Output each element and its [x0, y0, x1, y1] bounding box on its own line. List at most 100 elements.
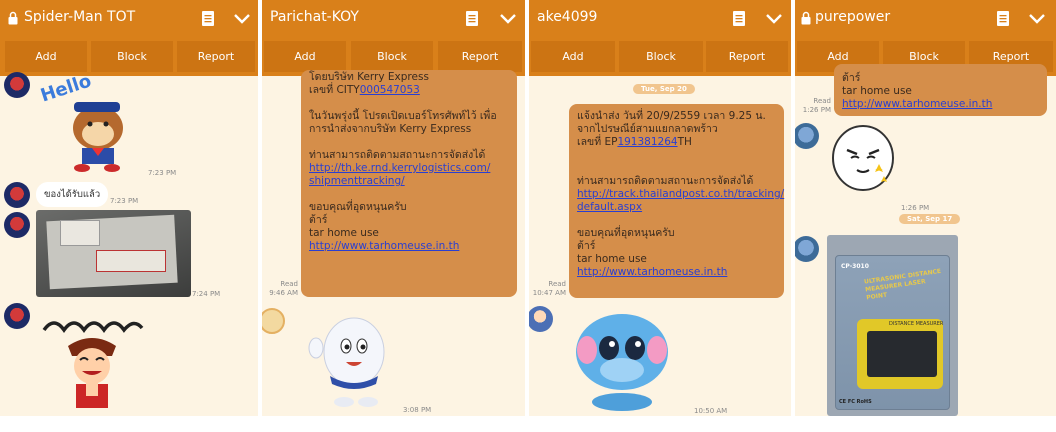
- read-time: 1:26 PM: [802, 106, 831, 114]
- read-receipt: Read 10:47 AM: [529, 280, 566, 298]
- chevron-down-icon[interactable]: [233, 12, 251, 26]
- avatar[interactable]: [795, 123, 819, 149]
- note-icon[interactable]: [465, 10, 479, 27]
- shop-url-link[interactable]: http://www.tarhomeuse.in.th: [577, 266, 727, 278]
- block-button[interactable]: Block: [351, 41, 433, 72]
- message-signature: ขอบคุณที่อุดหนุนครับ ต้าร์ tar home use …: [577, 227, 728, 278]
- message-paragraph: ท่านสามารถติดตามสถานะการจัดส่งได้ http://…: [309, 149, 491, 187]
- chat-title: Spider-Man TOT: [24, 9, 136, 25]
- read-label: Read: [280, 280, 298, 288]
- parcel-photo[interactable]: [36, 210, 191, 297]
- add-button[interactable]: Add: [531, 41, 615, 72]
- block-button[interactable]: Block: [619, 41, 703, 72]
- date-separator: Tue, Sep 20: [633, 84, 695, 94]
- avatar[interactable]: [4, 72, 30, 98]
- avatar[interactable]: [4, 182, 30, 208]
- message-paragraph: แจ้งนำส่ง วันที่ 20/9/2559 เวลา 9.25 น. …: [577, 110, 766, 148]
- note-icon[interactable]: [201, 10, 215, 27]
- action-buttons: Add Block Report: [262, 41, 525, 73]
- report-button[interactable]: Report: [177, 41, 255, 72]
- device-marks: CE FC RoHS: [839, 399, 872, 405]
- report-button[interactable]: Report: [438, 41, 522, 72]
- tracking-number-link[interactable]: 000547053: [360, 84, 420, 96]
- chat-area[interactable]: ต้าร์ tar home use http://www.tarhomeuse…: [795, 64, 1056, 416]
- chat-area[interactable]: Tue, Sep 20 แจ้งนำส่ง วันที่ 20/9/2559 เ…: [529, 76, 791, 416]
- blue-character-sticker-image: [576, 314, 668, 411]
- message-line: tar home use: [842, 85, 912, 97]
- note-icon[interactable]: [732, 10, 746, 27]
- date-separator: Sat, Sep 17: [899, 214, 961, 224]
- lock-icon: [8, 11, 18, 25]
- chat-panel-parichat: Parichat-KOY Add Block Report โดยบริษัท …: [262, 0, 525, 416]
- shop-url-link[interactable]: http://www.tarhomeuse.in.th: [842, 98, 992, 110]
- message-bubble[interactable]: โดยบริษัท Kerry Express เลขที่ CITY00054…: [301, 70, 517, 297]
- action-buttons: Add Block Report: [0, 41, 258, 73]
- title-bar: Parichat-KOY: [262, 0, 525, 38]
- title-bar: ake4099: [529, 0, 791, 38]
- message-time: 3:08 PM: [403, 406, 432, 414]
- title-bar: Spider-Man TOT: [0, 0, 258, 38]
- message-line: ต้าร์: [842, 72, 861, 84]
- device-screen: [867, 331, 937, 377]
- read-time: 9:46 AM: [269, 289, 298, 297]
- title-bar: purepower: [795, 0, 1056, 38]
- chat-panel-ake4099: ake4099 Add Block Report Tue, Sep 20 แจ้…: [529, 0, 791, 416]
- message-time: 10:50 AM: [694, 407, 728, 415]
- blue-character-sticker[interactable]: [569, 308, 675, 412]
- avatar[interactable]: [262, 308, 285, 334]
- chat-header: Parichat-KOY Add Block Report: [262, 0, 525, 76]
- report-button[interactable]: Report: [706, 41, 788, 72]
- message-line: โดยบริษัท Kerry Express: [309, 71, 429, 83]
- add-button[interactable]: Add: [264, 41, 346, 72]
- chat-area[interactable]: โดยบริษัท Kerry Express เลขที่ CITY00054…: [262, 70, 525, 416]
- chat-title: purepower: [815, 9, 891, 25]
- note-icon[interactable]: [996, 10, 1010, 27]
- read-receipt: Read 9:46 AM: [268, 280, 298, 298]
- read-label: Read: [813, 97, 831, 105]
- product-photo[interactable]: CP-3010 ULTRASONIC DISTANCE MEASURER LAS…: [827, 235, 958, 416]
- tracking-number-link[interactable]: 191381264: [617, 136, 677, 148]
- read-label: Read: [548, 280, 566, 288]
- message-bubble[interactable]: ต้าร์ tar home use http://www.tarhomeuse…: [834, 64, 1047, 116]
- hello-sticker[interactable]: Hello: [38, 70, 140, 174]
- message-line: เลขที่ CITY000547053: [309, 84, 420, 96]
- tracking-url-link-cont[interactable]: default.aspx: [577, 201, 642, 213]
- message-bubble[interactable]: ของได้รับแล้ว: [36, 182, 109, 207]
- message-time: 7:24 PM: [192, 290, 221, 298]
- tracking-url-link-cont[interactable]: shipmenttracking/: [309, 175, 405, 187]
- chat-panel-spiderman: Spider-Man TOT Add Block Report Hello 7:…: [0, 0, 258, 416]
- avatar[interactable]: [529, 306, 553, 332]
- face-sticker[interactable]: [829, 122, 897, 198]
- read-receipt: Read 1:26 PM: [799, 97, 831, 115]
- add-button[interactable]: Add: [5, 41, 87, 72]
- parcel-label: [60, 220, 100, 246]
- chevron-down-icon[interactable]: [499, 12, 517, 26]
- egg-sticker[interactable]: [302, 312, 400, 410]
- chevron-down-icon[interactable]: [1028, 12, 1046, 26]
- tracking-url-link[interactable]: http://track.thailandpost.co.th/tracking…: [577, 188, 784, 200]
- chevron-down-icon[interactable]: [765, 12, 783, 26]
- device-model: CP-3010: [841, 263, 869, 270]
- message-paragraph: ท่านสามารถติดตามสถานะการจัดส่งได้ http://…: [577, 175, 785, 213]
- lock-icon: [801, 11, 811, 25]
- avatar[interactable]: [4, 212, 30, 238]
- chat-title: ake4099: [537, 9, 598, 25]
- avatar[interactable]: [795, 236, 819, 262]
- block-button[interactable]: Block: [91, 41, 173, 72]
- avatar[interactable]: [4, 303, 30, 329]
- face-sticker-image: [832, 125, 894, 191]
- thank-you-sticker-image: [42, 321, 144, 408]
- shop-url-link[interactable]: http://www.tarhomeuse.in.th: [309, 240, 459, 252]
- chat-header: Spider-Man TOT Add Block Report: [0, 0, 258, 76]
- message-bubble[interactable]: แจ้งนำส่ง วันที่ 20/9/2559 เวลา 9.25 น. …: [569, 104, 784, 298]
- thank-you-sticker[interactable]: [38, 308, 146, 410]
- read-time: 10:47 AM: [532, 289, 566, 297]
- egg-sticker-image: [308, 317, 385, 407]
- chat-title: Parichat-KOY: [270, 9, 359, 25]
- chat-area[interactable]: Hello 7:23 PM ของได้รับแล้ว 7:23 PM 7:24…: [0, 70, 258, 416]
- message-paragraph: ในวันพรุ่งนี้ โปรดเปิดเบอร์โทรศัพท์ไว้ เ…: [309, 110, 497, 135]
- tracking-url-link[interactable]: http://th.ke.rnd.kerrylogistics.com/: [309, 162, 490, 174]
- device-sub-label: DISTANCE MEASURER: [889, 321, 944, 327]
- message-time: 7:23 PM: [110, 197, 139, 205]
- chat-header: ake4099 Add Block Report: [529, 0, 791, 76]
